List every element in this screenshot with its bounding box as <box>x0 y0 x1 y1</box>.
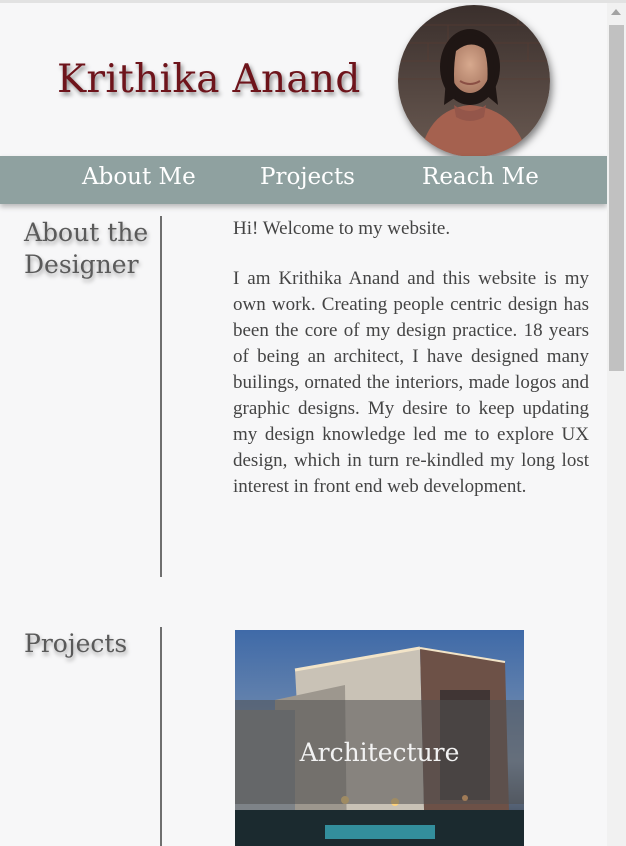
about-divider <box>160 216 162 577</box>
nav-reach-me[interactable]: Reach Me <box>422 164 539 190</box>
vertical-scrollbar[interactable] <box>607 3 626 846</box>
about-body: I am Krithika Anand and this website is … <box>233 268 589 497</box>
scroll-up-icon[interactable] <box>611 9 621 15</box>
scroll-thumb[interactable] <box>609 25 624 371</box>
site-title: Krithika Anand <box>57 57 361 102</box>
nav-about-me[interactable]: About Me <box>82 164 196 190</box>
projects-heading: Projects <box>24 629 128 658</box>
profile-avatar <box>398 5 550 157</box>
project-card-architecture[interactable]: Architecture <box>235 630 524 846</box>
about-heading: About the Designer <box>24 218 149 279</box>
header: Krithika Anand <box>0 3 607 157</box>
nav-projects[interactable]: Projects <box>260 164 355 190</box>
about-text: Hi! Welcome to my website. I am Krithika… <box>233 216 589 500</box>
main-nav: About Me Projects Reach Me <box>0 156 607 204</box>
project-label: Architecture <box>299 738 460 767</box>
about-greeting: Hi! Welcome to my website. <box>233 218 451 239</box>
page: Krithika Anand About Me Projects Reach M… <box>0 3 607 846</box>
projects-divider <box>160 627 162 846</box>
